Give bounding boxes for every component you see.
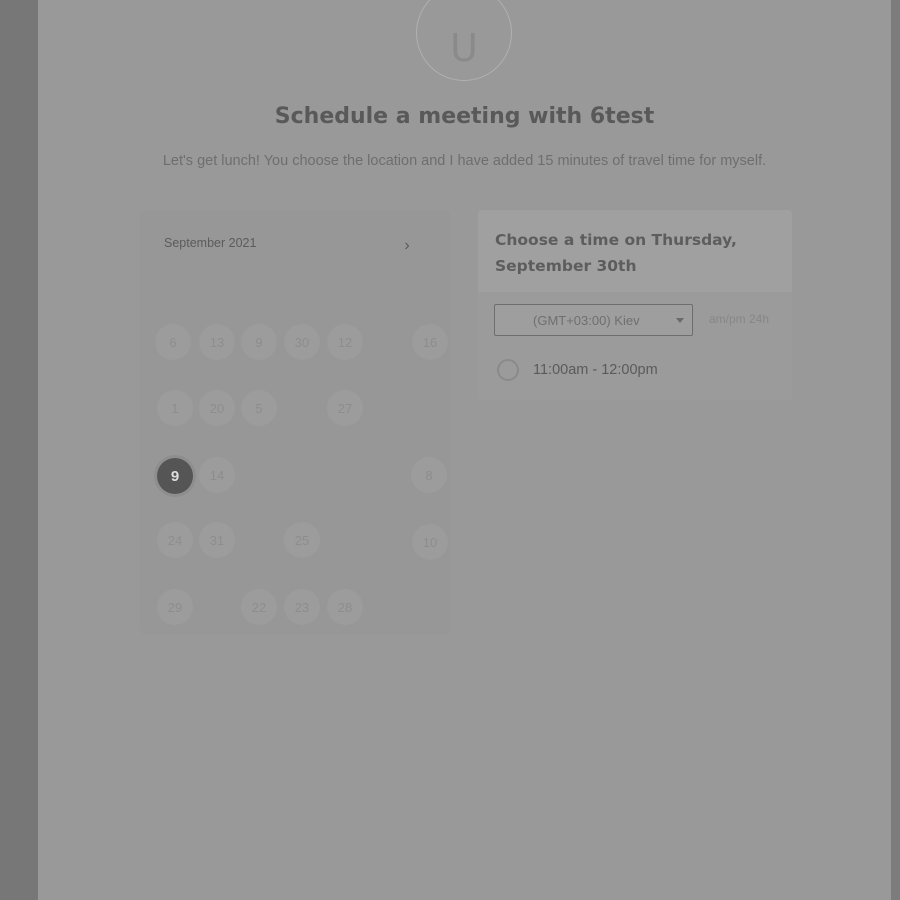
scrollbar-track[interactable] [891,0,900,900]
calendar-day[interactable]: 30 [284,324,320,360]
calendar-day-selected[interactable]: 9 [157,458,193,494]
calendar-day[interactable]: 9 [241,324,277,360]
calendar-day[interactable]: 27 [327,390,363,426]
page-description: Let's get lunch! You choose the location… [162,153,767,169]
time-slot-option[interactable]: 11:00am - 12:00pm [497,357,658,383]
timezone-select[interactable]: (GMT+03:00) Kiev [494,304,693,336]
calendar-month-label: September 2021 [164,236,257,250]
calendar-day[interactable]: 22 [241,589,277,625]
time-slot-label: 11:00am - 12:00pm [533,362,658,378]
calendar-day[interactable]: 1 [157,390,193,426]
time-slots-heading: Choose a time on Thursday, September 30t… [495,231,737,275]
chevron-down-icon [676,318,684,323]
calendar-day[interactable]: 8 [411,457,447,493]
calendar-day[interactable]: 10 [412,524,448,560]
calendar-day[interactable]: 14 [199,457,235,493]
calendar-day[interactable]: 23 [284,589,320,625]
calendar-day[interactable]: 28 [327,589,363,625]
calendar-day[interactable]: 31 [199,522,235,558]
calendar-day[interactable]: 5 [241,390,277,426]
time-format-toggle[interactable]: am/pm 24h [709,312,769,326]
page-title: Schedule a meeting with 6test [274,104,655,129]
calendar-day[interactable]: 13 [199,324,235,360]
radio-button[interactable] [497,359,519,381]
weekday-header-row [156,284,446,298]
calendar-day[interactable]: 16 [412,324,448,360]
calendar-day[interactable]: 29 [157,589,193,625]
timezone-value: (GMT+03:00) Kiev [533,312,640,328]
calendar-day[interactable]: 20 [199,390,235,426]
chevron-right-icon[interactable]: › [398,237,416,255]
calendar-panel [140,210,450,635]
calendar-day[interactable]: 25 [284,522,320,558]
avatar-initial: U [450,26,478,70]
calendar-day[interactable]: 6 [155,324,191,360]
calendar-day[interactable]: 24 [157,522,193,558]
calendar-day[interactable]: 12 [327,324,363,360]
